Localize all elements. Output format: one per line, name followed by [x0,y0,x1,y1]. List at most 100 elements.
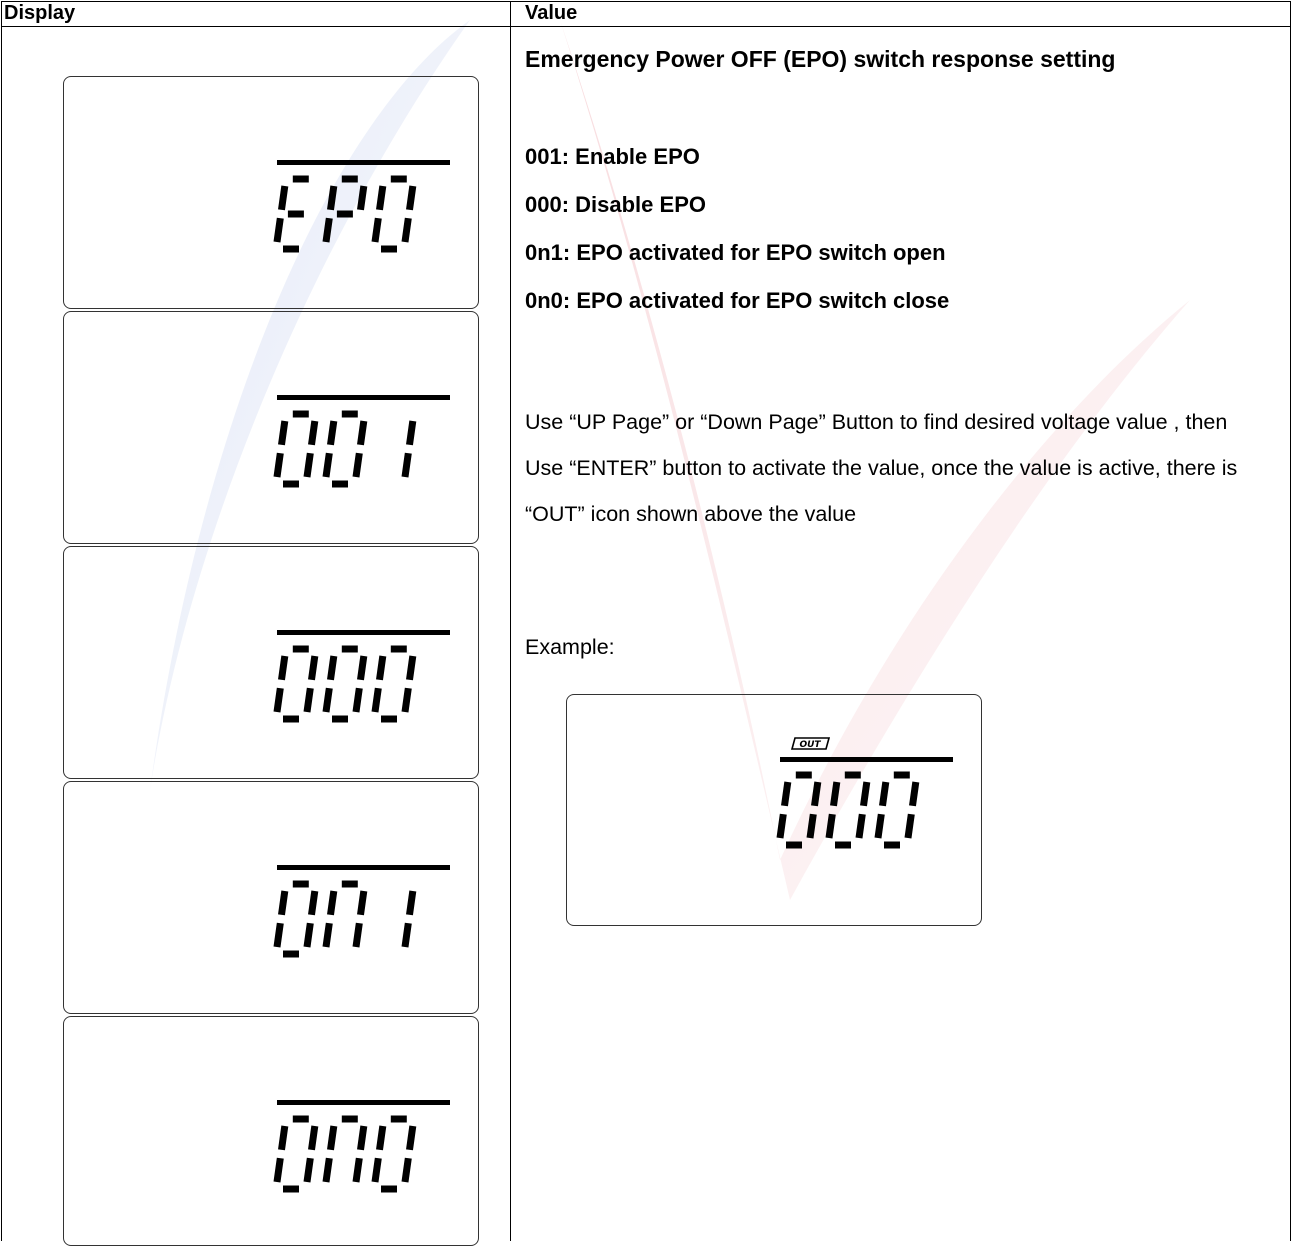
lcd-segment-f [327,1125,338,1151]
lcd-segment-b [406,1125,417,1151]
lcd-segment-c [904,813,915,839]
lcd-segment-e [322,687,333,713]
lcd-segment-c [352,922,363,948]
lcd-segment-b [308,655,319,681]
lcd-digit [322,880,368,948]
lcd-digit [273,1115,319,1193]
lcd-segment-f [879,781,890,807]
lcd-display-0n1 [63,781,479,1014]
lcd-segment-e [371,1157,382,1183]
lcd-segment-f [376,185,387,211]
option-epo-switch-close: 0n0: EPO activated for EPO switch close [525,288,950,313]
lcd-segments [273,865,450,958]
lcd-segment-c [303,1157,314,1183]
option-epo-switch-open: 0n1: EPO activated for EPO switch open [525,240,946,265]
lcd-digit [273,410,319,488]
lcd-segment-b [357,1125,368,1151]
lcd-segment-f [278,420,289,446]
lcd-segment-b [406,890,417,916]
lcd-segment-b [308,890,319,916]
lcd-digit [401,890,417,948]
lcd-overline [780,757,953,762]
lcd-segment-c [352,452,363,478]
lcd-segment-f [327,185,338,211]
lcd-segment-b [357,420,368,446]
lcd-segment-b [357,655,368,681]
lcd-segment-c [401,1157,412,1183]
lcd-segment-e [273,1157,284,1183]
lcd-digit [371,645,417,723]
svg-text:OUT: OUT [799,740,821,750]
table-border-right [1290,1,1291,1241]
lcd-segment-e [776,813,787,839]
lcd-display-epo [63,76,479,309]
lcd-segment-e [371,217,382,243]
lcd-segment-c [303,922,314,948]
lcd-segment-e [322,217,333,243]
lcd-digit [825,771,871,849]
lcd-segment-f [278,185,289,211]
option-enable-epo: 001: Enable EPO [525,144,700,169]
lcd-segment-e [273,452,284,478]
lcd-display-0n0 [63,1016,479,1246]
lcd-digit [401,420,417,478]
lcd-segment-f [376,655,387,681]
lcd-segment-f [376,1125,387,1151]
lcd-segment-c [855,813,866,839]
lcd-digit [322,1115,368,1183]
lcd-segment-c [352,687,363,713]
lcd-segment-b [811,781,822,807]
lcd-digit [322,175,368,243]
lcd-segment-b [860,781,871,807]
out-icon: OUT [790,737,831,750]
instructions-paragraph: Use “UP Page” or “Down Page” Button to f… [525,410,1238,526]
lcd-display-000 [63,546,479,779]
lcd-example-out: OUT [566,694,982,926]
lcd-segment-f [781,781,792,807]
lcd-segment-f [327,890,338,916]
table-header-rule [1,26,1291,27]
lcd-segment-e [322,452,333,478]
lcd-overline [277,160,450,165]
option-disable-epo: 000: Disable EPO [525,192,706,217]
lcd-segment-e [273,922,284,948]
table-border-top [1,1,1291,2]
lcd-segment-b [406,420,417,446]
lcd-segment-b [308,1125,319,1151]
lcd-digit [273,880,319,958]
table-border-left [1,1,2,1241]
lcd-segments [273,395,450,488]
lcd-segment-c [401,217,412,243]
lcd-digit [322,410,368,488]
lcd-segment-c [303,452,314,478]
lcd-segment-f [278,1125,289,1151]
lcd-display-001 [63,311,479,544]
table-column-divider [510,1,511,1241]
lcd-segment-e [371,687,382,713]
lcd-segment-b [308,420,319,446]
lcd-digit [776,771,822,849]
lcd-digit [371,175,417,253]
lcd-segment-c [401,452,412,478]
lcd-segments [273,630,450,723]
lcd-segments: OUT [776,737,953,849]
lcd-segment-c [401,922,412,948]
lcd-segment-f [327,655,338,681]
lcd-segment-b [357,185,368,211]
lcd-segments [273,1100,450,1193]
lcd-segment-b [406,655,417,681]
setting-title: Emergency Power OFF (EPO) switch respons… [525,46,1116,72]
example-label: Example: [525,635,615,659]
lcd-digit [273,175,309,253]
lcd-segment-f [278,890,289,916]
lcd-segment-f [278,655,289,681]
lcd-overline [277,1100,450,1105]
lcd-segment-c [303,687,314,713]
lcd-segment-c [401,687,412,713]
lcd-digit [874,771,920,849]
lcd-segment-b [406,185,417,211]
display-column-header: Display [4,2,76,24]
lcd-segment-f [830,781,841,807]
lcd-segment-b [909,781,920,807]
lcd-segment-f [327,420,338,446]
